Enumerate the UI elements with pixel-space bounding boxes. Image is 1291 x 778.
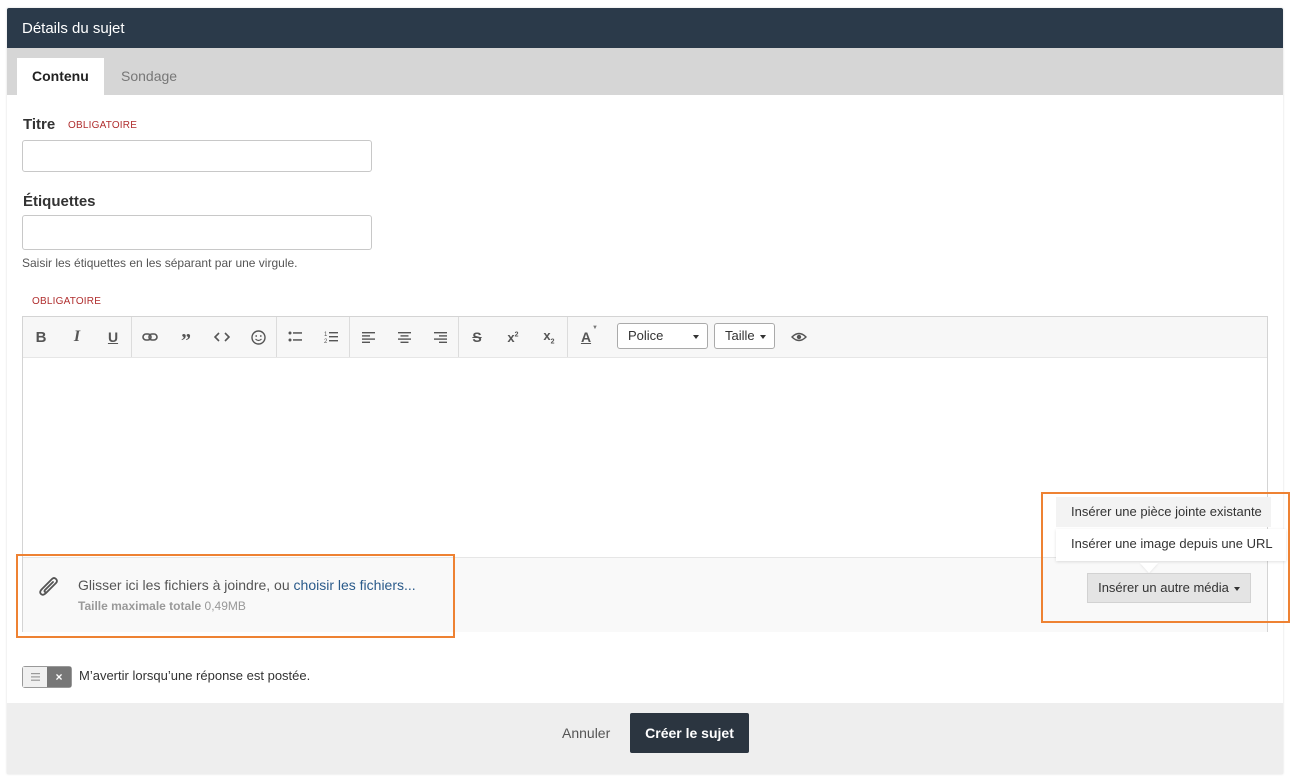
toggle-knob (23, 667, 48, 687)
max-size-label: Taille maximale totale (78, 599, 202, 613)
preview-button[interactable] (785, 323, 813, 351)
toolbar-divider (567, 317, 568, 357)
menu-pointer (1140, 563, 1158, 573)
tab-sondage[interactable]: Sondage (106, 58, 192, 95)
chevron-down-icon (760, 335, 766, 339)
tags-label: Étiquettes (23, 193, 96, 210)
form-footer: Annuler Créer le sujet (7, 703, 1283, 774)
text-color-icon: A (580, 329, 592, 345)
subscript-icon: x2 (543, 328, 555, 346)
link-icon (142, 333, 158, 341)
size-dropdown[interactable]: Taille (714, 323, 775, 349)
title-input[interactable] (22, 140, 372, 172)
toolbar-divider (276, 317, 277, 357)
grip-icon (30, 673, 40, 681)
underline-icon: U (107, 329, 119, 345)
quote-icon: ” (181, 330, 191, 352)
dropzone-text: Glisser ici les fichiers à joindre, ou c… (78, 577, 416, 593)
tab-bar: Contenu Sondage (7, 48, 1283, 95)
menu-item-existing-attachment[interactable]: Insérer une pièce jointe existante (1056, 497, 1271, 527)
bullet-list-icon (288, 331, 302, 342)
numbered-list-button[interactable]: 12 (317, 323, 345, 351)
svg-text:1: 1 (324, 332, 328, 338)
tags-help-text: Saisir les étiquettes en les séparant pa… (22, 256, 298, 270)
max-size-text: Taille maximale totale 0,49MB (78, 599, 246, 613)
notify-toggle[interactable]: × (22, 666, 72, 688)
tab-contenu[interactable]: Contenu (17, 58, 104, 95)
topic-details-panel: Détails du sujet Contenu Sondage Titre O… (7, 8, 1290, 774)
text-color-button[interactable]: A ▼ (572, 323, 600, 351)
create-topic-button[interactable]: Créer le sujet (630, 713, 749, 753)
superscript-icon: x2 (507, 329, 519, 345)
align-center-icon (397, 331, 411, 343)
paperclip-icon (39, 577, 58, 596)
dropzone-instructions: Glisser ici les fichiers à joindre, ou (78, 577, 294, 593)
size-dropdown-label: Taille (725, 328, 755, 343)
tags-input[interactable] (22, 215, 372, 250)
preview-eye-icon (791, 332, 807, 342)
strikethrough-icon: S (472, 329, 482, 345)
code-icon (214, 332, 230, 342)
svg-text:2: 2 (324, 339, 328, 344)
insert-media-label: Insérer un autre média (1098, 580, 1229, 595)
title-required-badge: OBLIGATOIRE (68, 120, 138, 131)
link-button[interactable] (136, 323, 164, 351)
bold-button[interactable]: B (27, 323, 55, 351)
superscript-button[interactable]: x2 (499, 323, 527, 351)
toolbar-divider (131, 317, 132, 357)
panel-header: Détails du sujet (7, 8, 1283, 48)
strikethrough-button[interactable]: S (463, 323, 491, 351)
bullet-list-button[interactable] (281, 323, 309, 351)
rich-text-editor: B I U ” 1 2 S x2 x2 A ▼ Police Taille Gl… (22, 316, 1268, 632)
chevron-down-icon (693, 335, 699, 339)
font-dropdown[interactable]: Police (617, 323, 708, 349)
editor-toolbar: B I U ” 1 2 S x2 x2 A ▼ Police Taille (23, 317, 1267, 358)
emoji-icon (250, 329, 266, 345)
chevron-down-icon (1233, 586, 1240, 591)
max-size-value: 0,49MB (204, 599, 246, 613)
quote-button[interactable]: ” (172, 323, 200, 351)
title-label: Titre (23, 116, 56, 133)
font-dropdown-label: Police (628, 328, 664, 343)
italic-button[interactable]: I (63, 323, 91, 351)
panel-title: Détails du sujet (22, 20, 125, 37)
italic-icon: I (73, 328, 81, 345)
numbered-list-icon: 12 (324, 332, 338, 344)
toolbar-divider (349, 317, 350, 357)
menu-item-image-from-url[interactable]: Insérer une image depuis une URL (1056, 529, 1286, 561)
editor-content-area[interactable] (23, 358, 1267, 557)
insert-media-button[interactable]: Insérer un autre média (1087, 573, 1251, 603)
editor-required-badge: OBLIGATOIRE (32, 296, 102, 307)
emoji-button[interactable] (244, 323, 272, 351)
underline-button[interactable]: U (99, 323, 127, 351)
align-center-button[interactable] (390, 323, 418, 351)
cancel-button[interactable]: Annuler (562, 725, 610, 741)
choose-files-link[interactable]: choisir les fichiers... (294, 577, 416, 593)
notify-label: M’avertir lorsqu’une réponse est postée. (79, 668, 311, 683)
attachment-dropzone[interactable]: Glisser ici les fichiers à joindre, ou c… (23, 557, 1267, 632)
bold-icon: B (35, 328, 47, 346)
caret-icon: ▼ (592, 325, 598, 331)
toolbar-divider (458, 317, 459, 357)
align-left-button[interactable] (354, 323, 382, 351)
subscript-button[interactable]: x2 (535, 323, 563, 351)
align-left-icon (361, 331, 375, 343)
close-icon: × (47, 667, 71, 687)
align-right-button[interactable] (426, 323, 454, 351)
code-button[interactable] (208, 323, 236, 351)
align-right-icon (433, 331, 447, 343)
